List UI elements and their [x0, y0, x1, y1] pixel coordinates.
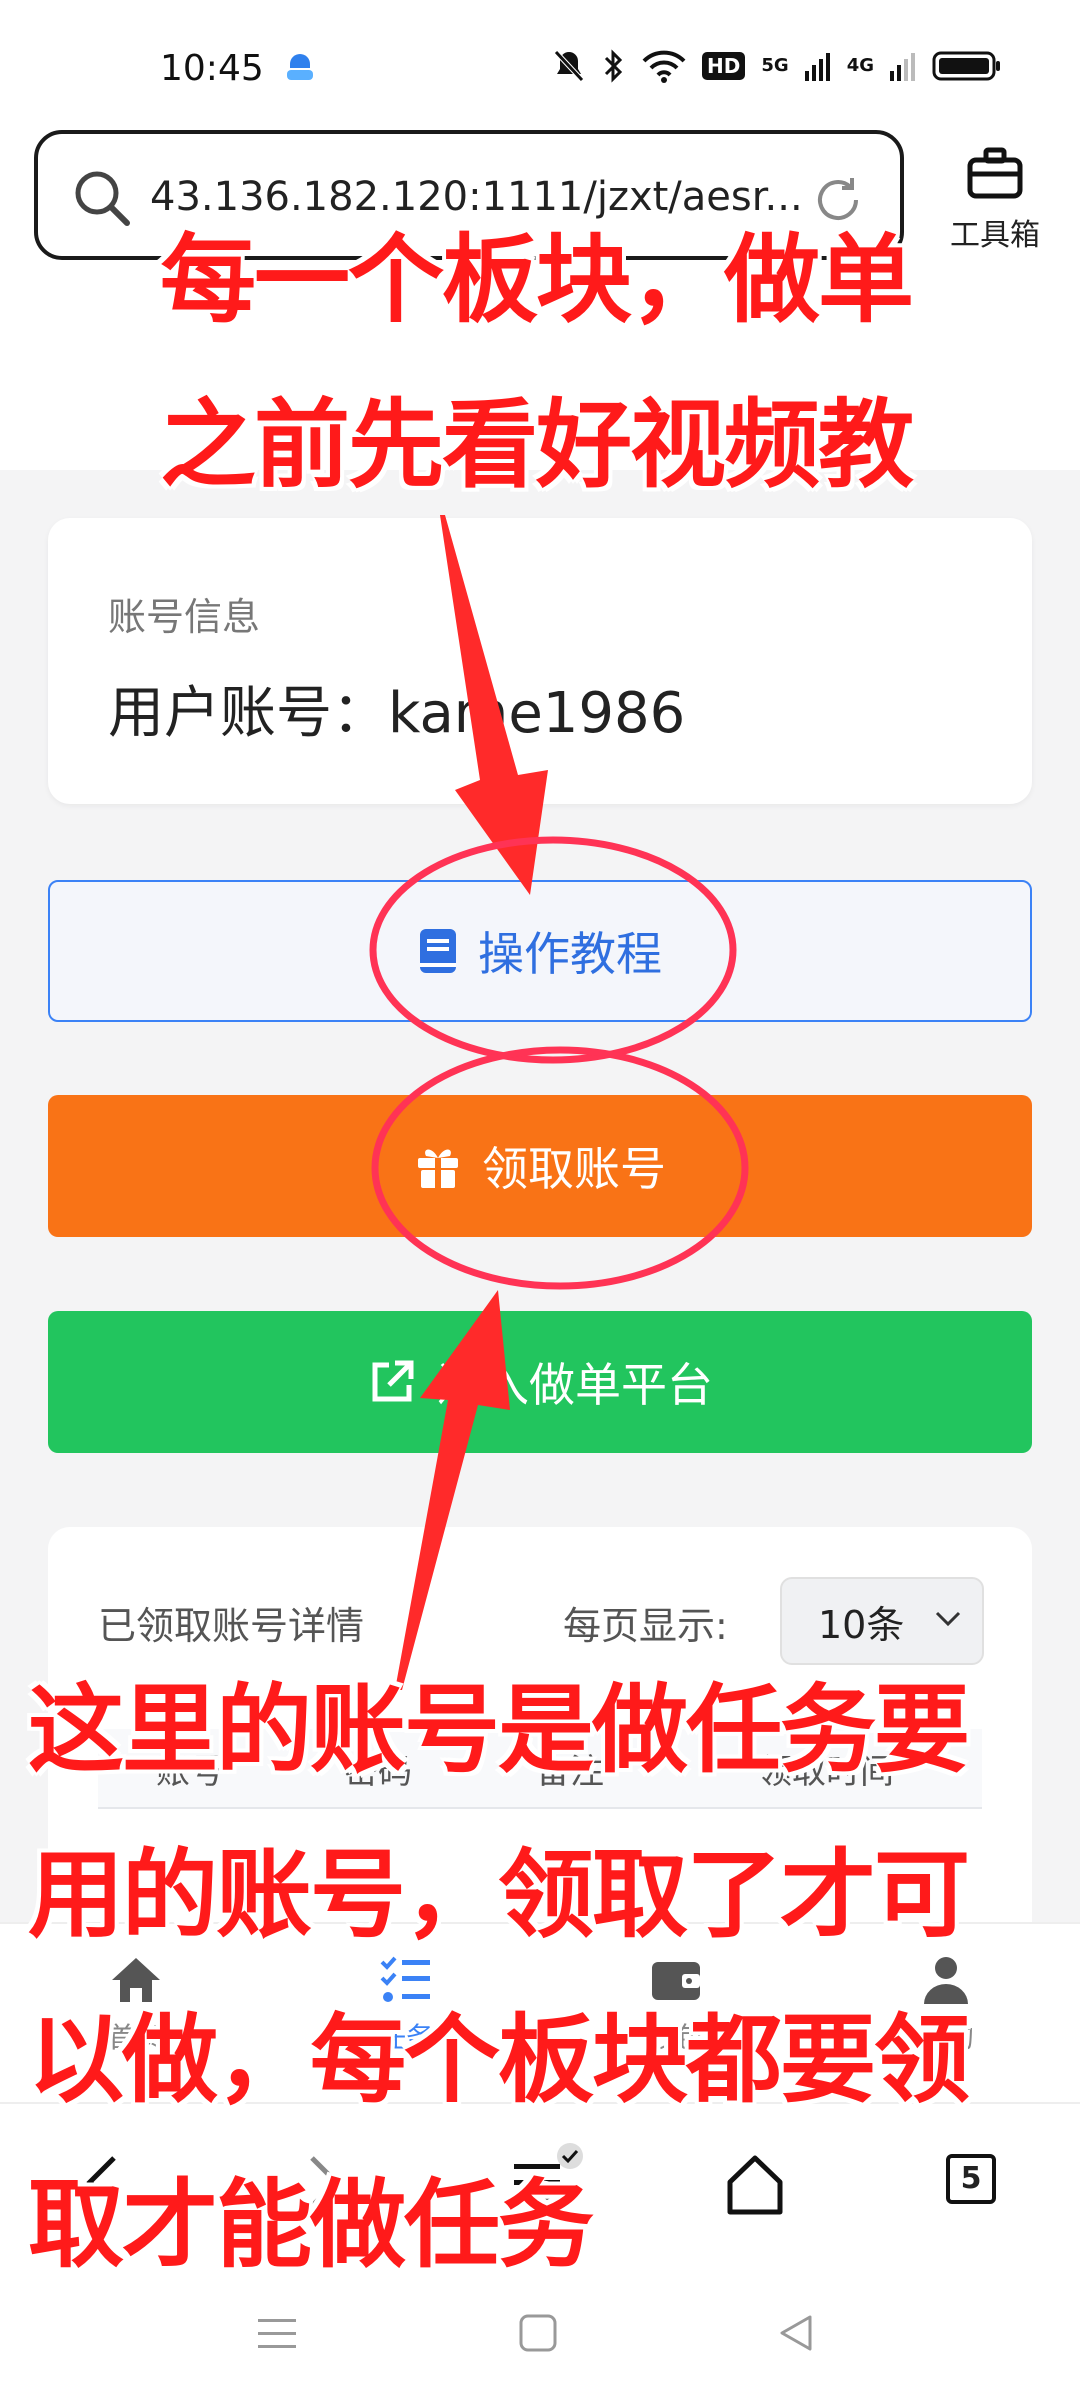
signal-bars-icon	[804, 53, 830, 81]
status-icons: HD 5G 4G	[552, 48, 1002, 84]
back-icon[interactable]	[78, 2152, 128, 2212]
status-time: 10:45	[160, 48, 264, 89]
nav-mine-label: 我的	[917, 2021, 974, 2054]
toolbox-button[interactable]: 工具箱	[935, 146, 1055, 254]
signal-bars-2-icon	[890, 53, 915, 81]
app-bottom-nav: 首页 任务 钱包 我的	[0, 1922, 1080, 2104]
claimed-accounts-card: 已领取账号详情 每页显示: 10条 账号 密码 备注 领取时间	[48, 1527, 1032, 1947]
gift-icon	[418, 1149, 458, 1188]
column-account: 账号	[156, 1751, 224, 1792]
bluetooth-icon	[604, 49, 623, 83]
account-label: 用户账号：	[108, 681, 388, 746]
per-page-value: 10条	[818, 1602, 905, 1647]
table-header: 账号 密码 备注 领取时间	[98, 1729, 982, 1809]
column-remark: 备注	[536, 1751, 604, 1792]
tutorial-button[interactable]: 操作教程	[48, 880, 1032, 1022]
nav-tasks[interactable]: 任务	[326, 1954, 486, 2056]
url-text[interactable]: 43.136.182.120:1111/jzxt/aesr...	[150, 174, 803, 220]
browser-bottom-bar: 5	[0, 2102, 1080, 2269]
menu-icon[interactable]	[510, 2142, 586, 2212]
toolbox-icon	[967, 147, 1023, 199]
nav-home[interactable]: 首页	[56, 1954, 216, 2056]
nav-wallet[interactable]: 钱包	[596, 1954, 756, 2056]
column-password: 密码	[344, 1751, 412, 1792]
wallet-icon	[652, 1962, 700, 2000]
tutorial-label: 操作教程	[478, 927, 662, 981]
book-icon	[420, 929, 456, 973]
account-value: kame1986	[388, 681, 686, 746]
account-line: 用户账号：kame1986	[108, 668, 685, 749]
mute-icon	[554, 50, 584, 82]
external-link-icon	[372, 1360, 414, 1402]
task-list-icon	[380, 1956, 430, 2002]
nav-home-label: 首页	[107, 2021, 164, 2054]
chevron-down-icon	[935, 1611, 961, 1627]
enter-platform-button[interactable]: 进入做单平台	[48, 1311, 1032, 1453]
system-back-icon[interactable]	[776, 2313, 816, 2353]
recent-apps-icon[interactable]	[256, 2315, 298, 2351]
claim-label: 领取账号	[482, 1142, 666, 1196]
signal-5g-icon: 5G	[761, 55, 789, 76]
app-notification-icon	[287, 54, 313, 80]
nav-tasks-label: 任务	[377, 2021, 434, 2054]
refresh-icon[interactable]	[812, 174, 864, 226]
wifi-icon	[642, 50, 686, 83]
per-page-label: 每页显示:	[563, 1604, 728, 1648]
home-page-icon[interactable]	[722, 2152, 788, 2218]
per-page-select[interactable]: 10条	[780, 1577, 984, 1665]
home-icon	[112, 1958, 160, 2002]
user-icon	[924, 1957, 968, 2004]
address-bar[interactable]: 43.136.182.120:1111/jzxt/aesr...	[34, 130, 904, 260]
account-info-title: 账号信息	[108, 595, 261, 639]
hd-icon: HD	[702, 52, 746, 80]
nav-mine[interactable]: 我的	[866, 1954, 1026, 2056]
column-claim-time: 领取时间	[758, 1751, 894, 1792]
forward-icon[interactable]	[298, 2152, 348, 2212]
claim-account-button[interactable]: 领取账号	[48, 1095, 1032, 1237]
system-nav-bar	[0, 2267, 1080, 2400]
toolbox-label: 工具箱	[950, 218, 1040, 253]
tab-count-button[interactable]: 5	[946, 2154, 996, 2204]
battery-icon	[932, 51, 1000, 81]
claimed-accounts-title: 已领取账号详情	[98, 1604, 365, 1648]
browser-toolbar: 43.136.182.120:1111/jzxt/aesr... 工具箱	[0, 110, 1080, 470]
system-home-icon[interactable]	[518, 2313, 558, 2353]
signal-4g-icon: 4G	[846, 55, 874, 76]
nav-wallet-label: 钱包	[647, 2021, 704, 2054]
account-info-card: 账号信息 用户账号：kame1986	[48, 518, 1032, 804]
platform-label: 进入做单平台	[437, 1358, 713, 1412]
search-icon	[75, 171, 130, 226]
